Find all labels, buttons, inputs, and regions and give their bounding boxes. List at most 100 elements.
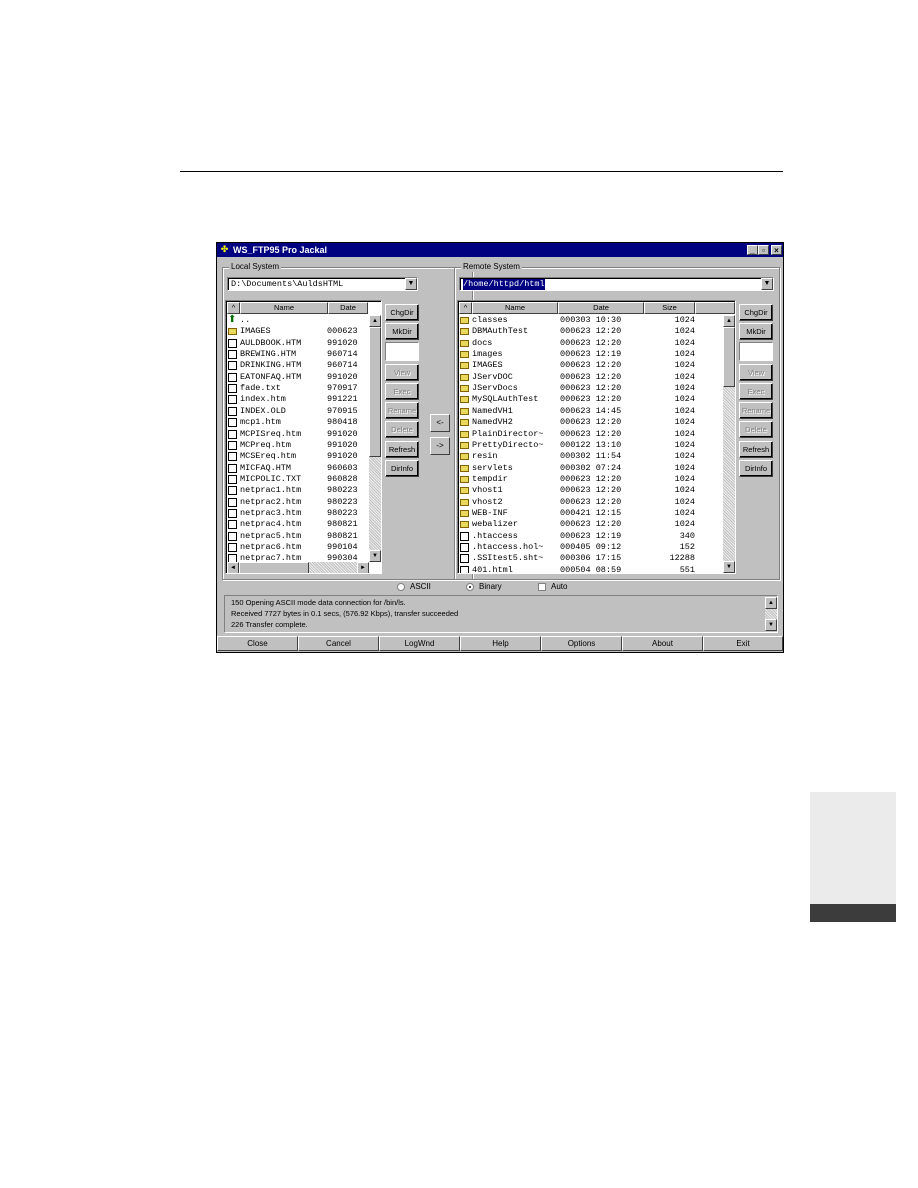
remote-path-combo[interactable]: /home/httpd/html ▼ [459,277,774,291]
remote-vscroll[interactable]: ▲ ▼ [723,315,735,573]
local-delete-button[interactable]: Delete [385,421,419,438]
list-item[interactable]: MICFAQ.HTM 960603 [228,463,368,474]
remote-delete-button[interactable]: Delete [739,421,773,438]
list-item[interactable]: WEB-INF 000421 12:15 1024 [460,508,722,519]
remote-dirinfo-button[interactable]: DirInfo [739,460,773,477]
list-item[interactable]: MCPISreq.htm 991020 [228,429,368,440]
transfer-to-remote-button[interactable]: -> [430,437,450,455]
list-item[interactable]: MCSEreq.htm 991020 [228,451,368,462]
list-item[interactable]: ⬆.. [228,315,368,326]
remote-sort-header[interactable]: ^ [459,302,472,314]
local-hscroll[interactable]: ◄ ► [227,562,369,573]
list-item[interactable]: DBMAuthTest 000623 12:20 1024 [460,326,722,337]
list-item[interactable]: index.htm 991221 [228,394,368,405]
list-item[interactable]: fade.txt 970917 [228,383,368,394]
maximize-button[interactable]: ▫ [758,245,769,255]
list-item[interactable]: docs 000623 12:20 1024 [460,338,722,349]
remote-file-list[interactable]: ^ Name Date Size classes 000303 10:30 1024… [457,300,736,574]
remote-size-header[interactable]: Size [644,302,695,314]
local-rename-button[interactable]: Rename [385,402,419,419]
list-item[interactable]: NamedVH1 000623 14:45 1024 [460,406,722,417]
remote-mkdir-button[interactable]: MkDir [739,323,773,340]
list-item[interactable]: IMAGES 000623 12:20 1024 [460,360,722,371]
list-item[interactable]: 401.html 000504 08:59 551 [460,565,722,573]
list-item[interactable]: netprac6.htm 990104 [228,542,368,553]
local-sort-header[interactable]: ^ [227,302,240,314]
list-item[interactable]: mcp1.htm 980418 [228,417,368,428]
scroll-up-icon[interactable]: ▲ [369,315,381,327]
scroll-up-icon[interactable]: ▲ [723,315,735,327]
list-item[interactable]: PrettyDirecto~ 000122 13:10 1024 [460,440,722,451]
list-item[interactable]: .SSItest5.sht~ 000306 17:15 12288 [460,553,722,564]
chevron-down-icon[interactable]: ▼ [405,278,417,290]
scroll-up-icon[interactable]: ▲ [765,597,777,609]
list-item[interactable]: netprac3.htm 980223 [228,508,368,519]
remote-view-button[interactable]: View [739,364,773,381]
list-item[interactable]: IMAGES 000623 [228,326,368,337]
list-item[interactable]: .htaccess.hol~ 000405 09:12 152 [460,542,722,553]
about-button[interactable]: About [622,636,703,651]
list-item[interactable]: PlainDirector~ 000623 12:20 1024 [460,429,722,440]
local-chgdir-button[interactable]: ChgDir [385,304,419,321]
list-item[interactable]: servlets 000302 07:24 1024 [460,463,722,474]
close-button[interactable]: Close [217,636,298,651]
remote-refresh-button[interactable]: Refresh [739,441,773,458]
remote-mask-input[interactable] [739,342,773,361]
local-dirinfo-button[interactable]: DirInfo [385,460,419,477]
local-path-combo[interactable]: D:\Documents\AuldsHTML ▼ [227,277,418,291]
exit-button[interactable]: Exit [703,636,783,651]
local-vscroll-thumb[interactable] [369,327,381,457]
remote-name-header[interactable]: Name [472,302,558,314]
close-window-button[interactable]: × [771,245,782,255]
list-item[interactable]: BREWING.HTM 960714 [228,349,368,360]
list-item[interactable]: JServDOC 000623 12:20 1024 [460,372,722,383]
remote-date-header[interactable]: Date [558,302,644,314]
remote-vscroll-thumb[interactable] [723,327,735,387]
transfer-to-local-button[interactable]: <- [430,414,450,432]
list-item[interactable]: vhost1 000623 12:20 1024 [460,485,722,496]
scroll-right-icon[interactable]: ► [357,562,369,573]
cancel-button[interactable]: Cancel [298,636,379,651]
list-item[interactable]: netprac2.htm 980223 [228,497,368,508]
list-item[interactable]: DRINKING.HTM 960714 [228,360,368,371]
scroll-left-icon[interactable]: ◄ [227,562,239,573]
local-vscroll[interactable]: ▲ ▼ [369,315,381,562]
local-exec-button[interactable]: Exec [385,383,419,400]
local-hscroll-thumb[interactable] [239,562,309,573]
list-item[interactable]: NamedVH2 000623 12:20 1024 [460,417,722,428]
logwnd-button[interactable]: LogWnd [379,636,460,651]
message-log[interactable]: 150 Opening ASCII mode data connection f… [224,595,778,633]
local-date-header[interactable]: Date [328,302,368,314]
remote-exec-button[interactable]: Exec [739,383,773,400]
list-item[interactable]: INDEX.OLD 970915 [228,406,368,417]
list-item[interactable]: webalizer 000623 12:20 1024 [460,519,722,530]
scroll-down-icon[interactable]: ▼ [765,619,777,631]
list-item[interactable]: vhost2 000623 12:20 1024 [460,497,722,508]
list-item[interactable]: netprac4.htm 980821 [228,519,368,530]
list-item[interactable]: EATONFAQ.HTM 991020 [228,372,368,383]
list-item[interactable]: images 000623 12:19 1024 [460,349,722,360]
list-item[interactable]: netprac5.htm 980821 [228,531,368,542]
scroll-down-icon[interactable]: ▼ [723,561,735,573]
scroll-down-icon[interactable]: ▼ [369,550,381,562]
local-mask-input[interactable] [385,342,419,361]
local-refresh-button[interactable]: Refresh [385,441,419,458]
chevron-down-icon[interactable]: ▼ [761,278,773,290]
list-item[interactable]: .htaccess 000623 12:19 340 [460,531,722,542]
minimize-button[interactable]: _ [747,245,758,255]
list-item[interactable]: tempdir 000623 12:20 1024 [460,474,722,485]
list-item[interactable]: netprac1.htm 980223 [228,485,368,496]
options-button[interactable]: Options [541,636,622,651]
remote-chgdir-button[interactable]: ChgDir [739,304,773,321]
local-name-header[interactable]: Name [240,302,328,314]
remote-rename-button[interactable]: Rename [739,402,773,419]
list-item[interactable]: JServDocs 000623 12:20 1024 [460,383,722,394]
local-file-list[interactable]: ^ Name Date ⬆.. IMAGES 000623 AULDBOOK.HTM 9… [225,300,382,574]
local-mkdir-button[interactable]: MkDir [385,323,419,340]
local-view-button[interactable]: View [385,364,419,381]
help-button[interactable]: Help [460,636,541,651]
list-item[interactable]: resin 000302 11:54 1024 [460,451,722,462]
list-item[interactable]: AULDBOOK.HTM 991020 [228,338,368,349]
list-item[interactable]: classes 000303 10:30 1024 [460,315,722,326]
list-item[interactable]: MICPOLIC.TXT 960828 [228,474,368,485]
